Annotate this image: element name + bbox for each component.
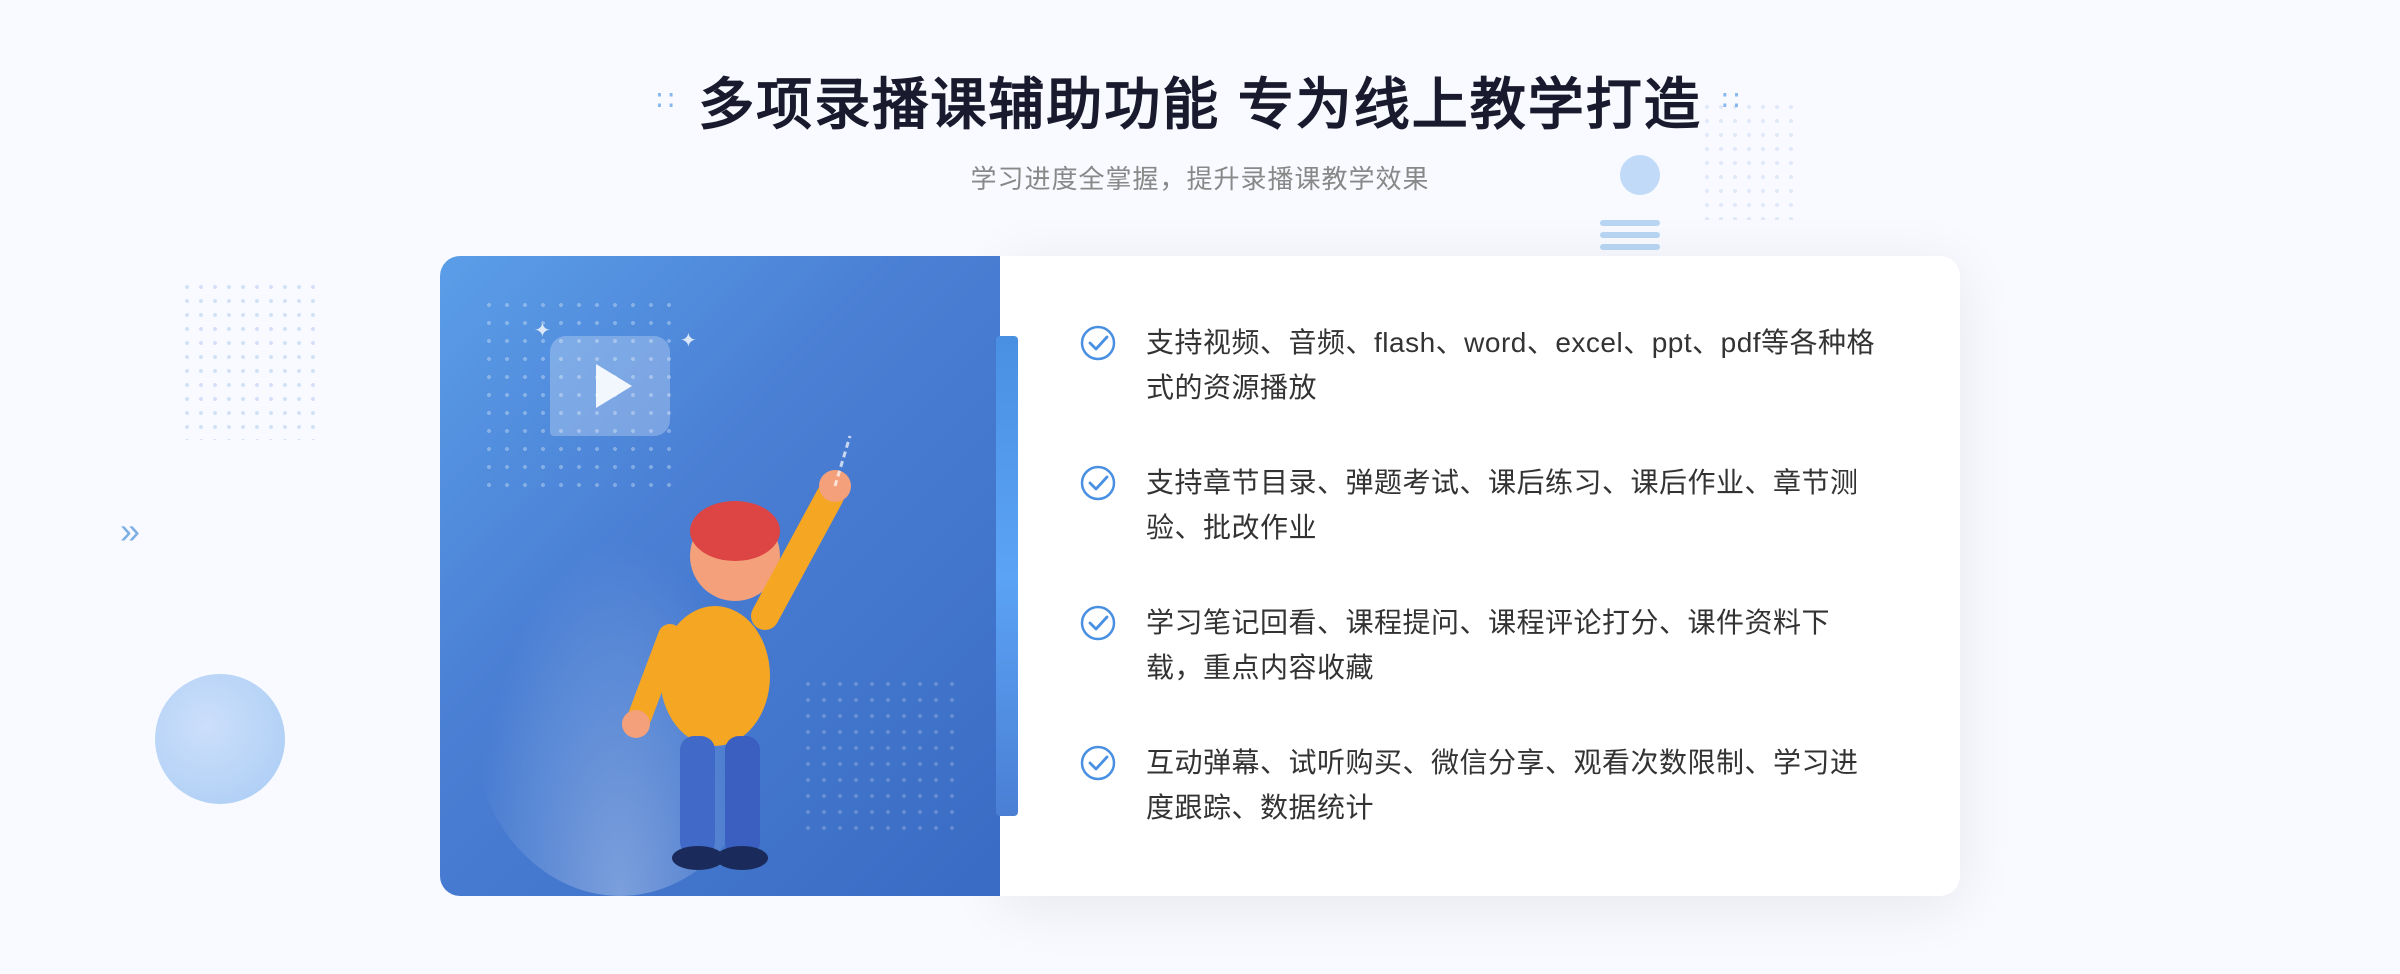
sparkle-icon-1: ✦ [534,318,551,343]
check-icon-3 [1080,605,1116,641]
main-content: ✦ ✦ [440,256,1960,896]
person-figure [540,396,880,896]
dots-decoration-left [180,280,320,440]
sparkle-icon-2: ✦ [680,328,697,353]
feature-text-1: 支持视频、音频、flash、word、excel、ppt、pdf等各种格式的资源… [1146,321,1880,411]
illustration-wrapper: ✦ ✦ [440,256,1960,896]
circle-decoration-left [155,674,285,804]
feature-item-2: 支持章节目录、弹题考试、课后练习、课后作业、章节测验、批改作业 [1080,461,1880,551]
check-icon-4 [1080,745,1116,781]
check-icon-1 [1080,325,1116,361]
title-row: ∷ 多项录播课辅助功能 专为线上教学打造 ∷ [656,60,1743,141]
check-icon-2 [1080,465,1116,501]
illustration-card: ✦ ✦ [440,256,1000,896]
arrow-decoration-left: » [120,510,140,552]
feature-item-4: 互动弹幕、试听购买、微信分享、观看次数限制、学习进度跟踪、数据统计 [1080,741,1880,831]
feature-text-2: 支持章节目录、弹题考试、课后练习、课后作业、章节测验、批改作业 [1146,461,1880,551]
connector-bar [996,336,1018,816]
page-container: » ∷ 多项录播课辅助功能 专为线上教学打造 ∷ 学习进度全掌握，提升录播课教学… [0,0,2400,974]
feature-text-4: 互动弹幕、试听购买、微信分享、观看次数限制、学习进度跟踪、数据统计 [1146,741,1880,831]
title-dots-right: ∷ [1722,84,1744,117]
page-subtitle: 学习进度全掌握，提升录播课教学效果 [656,159,1743,196]
page-title: 多项录播课辅助功能 专为线上教学打造 [698,60,1702,141]
title-dots-left: ∷ [656,84,678,117]
header-section: ∷ 多项录播课辅助功能 专为线上教学打造 ∷ 学习进度全掌握，提升录播课教学效果 [656,60,1743,196]
feature-item-3: 学习笔记回看、课程提问、课程评论打分、课件资料下载，重点内容收藏 [1080,601,1880,691]
feature-text-3: 学习笔记回看、课程提问、课程评论打分、课件资料下载，重点内容收藏 [1146,601,1880,691]
features-card: 支持视频、音频、flash、word、excel、ppt、pdf等各种格式的资源… [1000,256,1960,896]
feature-item-1: 支持视频、音频、flash、word、excel、ppt、pdf等各种格式的资源… [1080,321,1880,411]
